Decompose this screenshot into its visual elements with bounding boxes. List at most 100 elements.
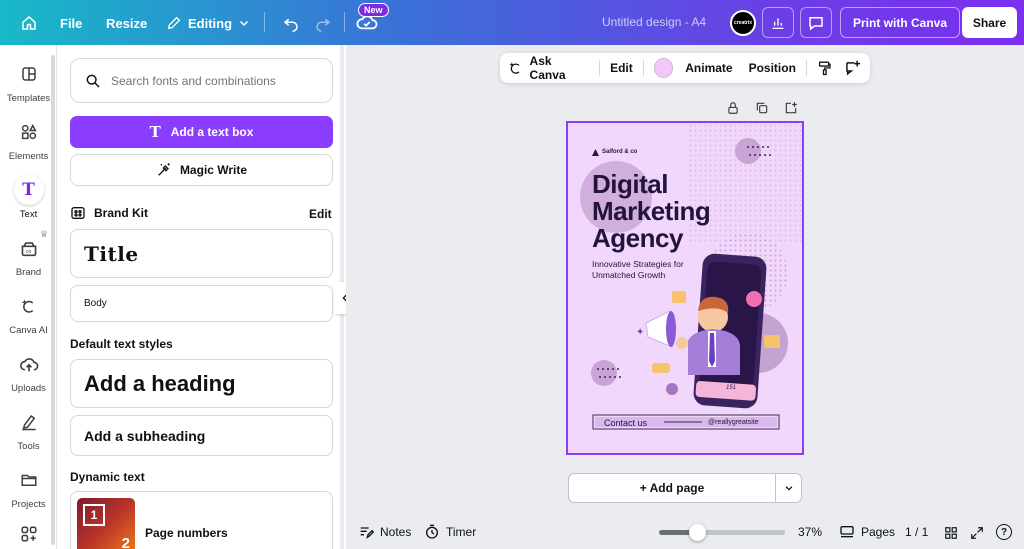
avatar-text: creatrix bbox=[733, 20, 753, 26]
editing-mode-dropdown[interactable]: Editing bbox=[158, 7, 258, 39]
print-button[interactable]: Print with Canva bbox=[840, 7, 961, 38]
default-styles-heading: Default text styles bbox=[70, 337, 173, 351]
sidebar-item-tools[interactable]: Tools bbox=[0, 403, 57, 455]
search-input[interactable] bbox=[111, 73, 311, 88]
sidebar-item-label: Projects bbox=[11, 498, 46, 510]
font-search[interactable] bbox=[70, 58, 333, 103]
share-button[interactable]: Share bbox=[962, 7, 1017, 38]
redo-button[interactable] bbox=[306, 7, 340, 39]
design-contact[interactable]: Contact us bbox=[604, 418, 647, 428]
design-title-line: Digital bbox=[592, 169, 668, 199]
comment-icon bbox=[809, 16, 823, 31]
help-icon: ? bbox=[1000, 526, 1008, 538]
sidebar-item-label: Canva AI bbox=[9, 324, 48, 336]
sidebar-item-canva-ai[interactable]: Canva AI bbox=[0, 287, 57, 339]
text-icon: T bbox=[13, 174, 44, 205]
grid-view-icon[interactable] bbox=[944, 526, 958, 540]
page-numbers-label: Page numbers bbox=[145, 526, 228, 540]
phone-count: 151 bbox=[726, 385, 737, 391]
pages-button[interactable]: Pages bbox=[839, 524, 895, 540]
add-page-dropdown[interactable] bbox=[775, 473, 802, 503]
brand-kit-icon bbox=[71, 207, 85, 219]
zoom-slider-thumb[interactable] bbox=[688, 524, 706, 541]
draw-tools-icon bbox=[14, 407, 44, 437]
fullscreen-icon[interactable] bbox=[970, 526, 984, 540]
insights-button[interactable] bbox=[762, 7, 794, 38]
comment-button[interactable] bbox=[800, 7, 832, 38]
add-heading-button[interactable]: Add a heading bbox=[70, 359, 333, 408]
redo-icon bbox=[316, 18, 331, 32]
page-numbers-thumbnail: 1 2 bbox=[77, 498, 135, 549]
sidebar-item-label: Text bbox=[19, 208, 38, 220]
design-subtitle[interactable]: Innovative Strategies for Unmatched Grow… bbox=[592, 259, 684, 281]
canva-ai-icon bbox=[509, 62, 520, 74]
body-style-label: Body bbox=[84, 298, 107, 309]
add-text-box-button[interactable]: T Add a text box bbox=[70, 116, 333, 148]
top-bar: File Resize Editing New Untitled design … bbox=[0, 0, 1024, 45]
divider bbox=[805, 60, 807, 76]
paint-roller-icon[interactable] bbox=[817, 60, 833, 76]
new-badge: New bbox=[358, 3, 389, 17]
document-title[interactable]: Untitled design - A4 bbox=[602, 15, 706, 29]
design-title[interactable]: Digital Marketing Agency bbox=[592, 169, 711, 252]
brand-kit-label: Brand Kit bbox=[94, 206, 148, 220]
edit-button[interactable]: Edit bbox=[610, 61, 633, 75]
sidebar-item-label: Brand bbox=[15, 266, 42, 278]
pencil-icon bbox=[167, 16, 181, 30]
sidebar-item-text[interactable]: T Text bbox=[0, 171, 57, 223]
brand-body-style[interactable]: Body bbox=[70, 285, 333, 322]
page-count[interactable]: 1 / 1 bbox=[905, 525, 928, 539]
sidebar-item-label: Uploads bbox=[11, 382, 46, 394]
brand-title-style[interactable]: Title bbox=[70, 229, 333, 278]
add-page-icon[interactable] bbox=[784, 101, 798, 115]
sidebar-item-templates[interactable]: Templates bbox=[0, 55, 57, 107]
zoom-slider[interactable] bbox=[659, 524, 785, 541]
add-comment-icon[interactable] bbox=[844, 59, 862, 77]
undo-button[interactable] bbox=[274, 7, 308, 39]
dynamic-text-heading: Dynamic text bbox=[70, 470, 145, 484]
home-button[interactable] bbox=[14, 7, 44, 39]
apps-icon[interactable] bbox=[20, 525, 38, 548]
zoom-level[interactable]: 37% bbox=[798, 525, 822, 539]
design-brand[interactable]: Salford & co bbox=[602, 149, 637, 155]
design-page[interactable]: ✦ Salford & co Digital Marketing Agency … bbox=[566, 121, 804, 455]
design-site[interactable]: @reallygreatsite bbox=[708, 419, 759, 426]
sidebar-item-label: Elements bbox=[8, 150, 49, 162]
file-menu[interactable]: File bbox=[52, 7, 90, 39]
color-swatch[interactable] bbox=[653, 58, 674, 78]
undo-icon bbox=[283, 18, 298, 32]
heading-label: Add a heading bbox=[84, 370, 236, 396]
notes-button[interactable]: Notes bbox=[358, 524, 411, 540]
pages-label: Pages bbox=[861, 525, 896, 539]
svg-text:✦: ✦ bbox=[636, 327, 644, 338]
sidebar-item-projects[interactable]: Projects bbox=[0, 461, 57, 513]
position-button[interactable]: Position bbox=[749, 61, 796, 75]
canva-ai-icon bbox=[14, 291, 44, 321]
title-style-label: Title bbox=[84, 241, 139, 266]
animate-button[interactable]: Animate bbox=[685, 61, 732, 75]
ask-canva-button[interactable]: Ask Canva bbox=[508, 54, 589, 82]
page-number-2: 2 bbox=[121, 535, 130, 549]
context-toolbar: Ask Canva Edit Animate Position bbox=[500, 53, 870, 83]
sidebar-scrollbar[interactable] bbox=[51, 55, 55, 545]
bottom-bar: Notes Timer 37% Pages 1 / 1 ? bbox=[346, 515, 1024, 549]
resize-menu[interactable]: Resize bbox=[98, 7, 155, 39]
magic-write-button[interactable]: Magic Write bbox=[70, 154, 333, 186]
help-button[interactable]: ? bbox=[996, 524, 1012, 540]
sidebar-item-label: Templates bbox=[6, 92, 51, 104]
page-numbers-item[interactable]: 1 2 Page numbers bbox=[70, 491, 333, 549]
lock-icon[interactable] bbox=[726, 101, 740, 115]
sidebar-item-elements[interactable]: Elements bbox=[0, 113, 57, 165]
brand-kit-edit-link[interactable]: Edit bbox=[309, 207, 332, 221]
svg-text:co: co bbox=[25, 248, 31, 254]
add-page-button[interactable]: + Add page bbox=[568, 473, 776, 503]
avatar[interactable]: creatrix bbox=[730, 10, 756, 36]
add-subheading-button[interactable]: Add a subheading bbox=[70, 415, 333, 456]
templates-icon bbox=[14, 59, 44, 89]
sidebar-item-brand[interactable]: co ♛ Brand bbox=[0, 229, 57, 281]
folder-icon bbox=[14, 465, 44, 495]
sidebar-item-uploads[interactable]: Uploads bbox=[0, 345, 57, 397]
text-icon: T bbox=[149, 123, 161, 141]
timer-button[interactable]: Timer bbox=[424, 524, 476, 540]
duplicate-icon[interactable] bbox=[755, 101, 769, 115]
